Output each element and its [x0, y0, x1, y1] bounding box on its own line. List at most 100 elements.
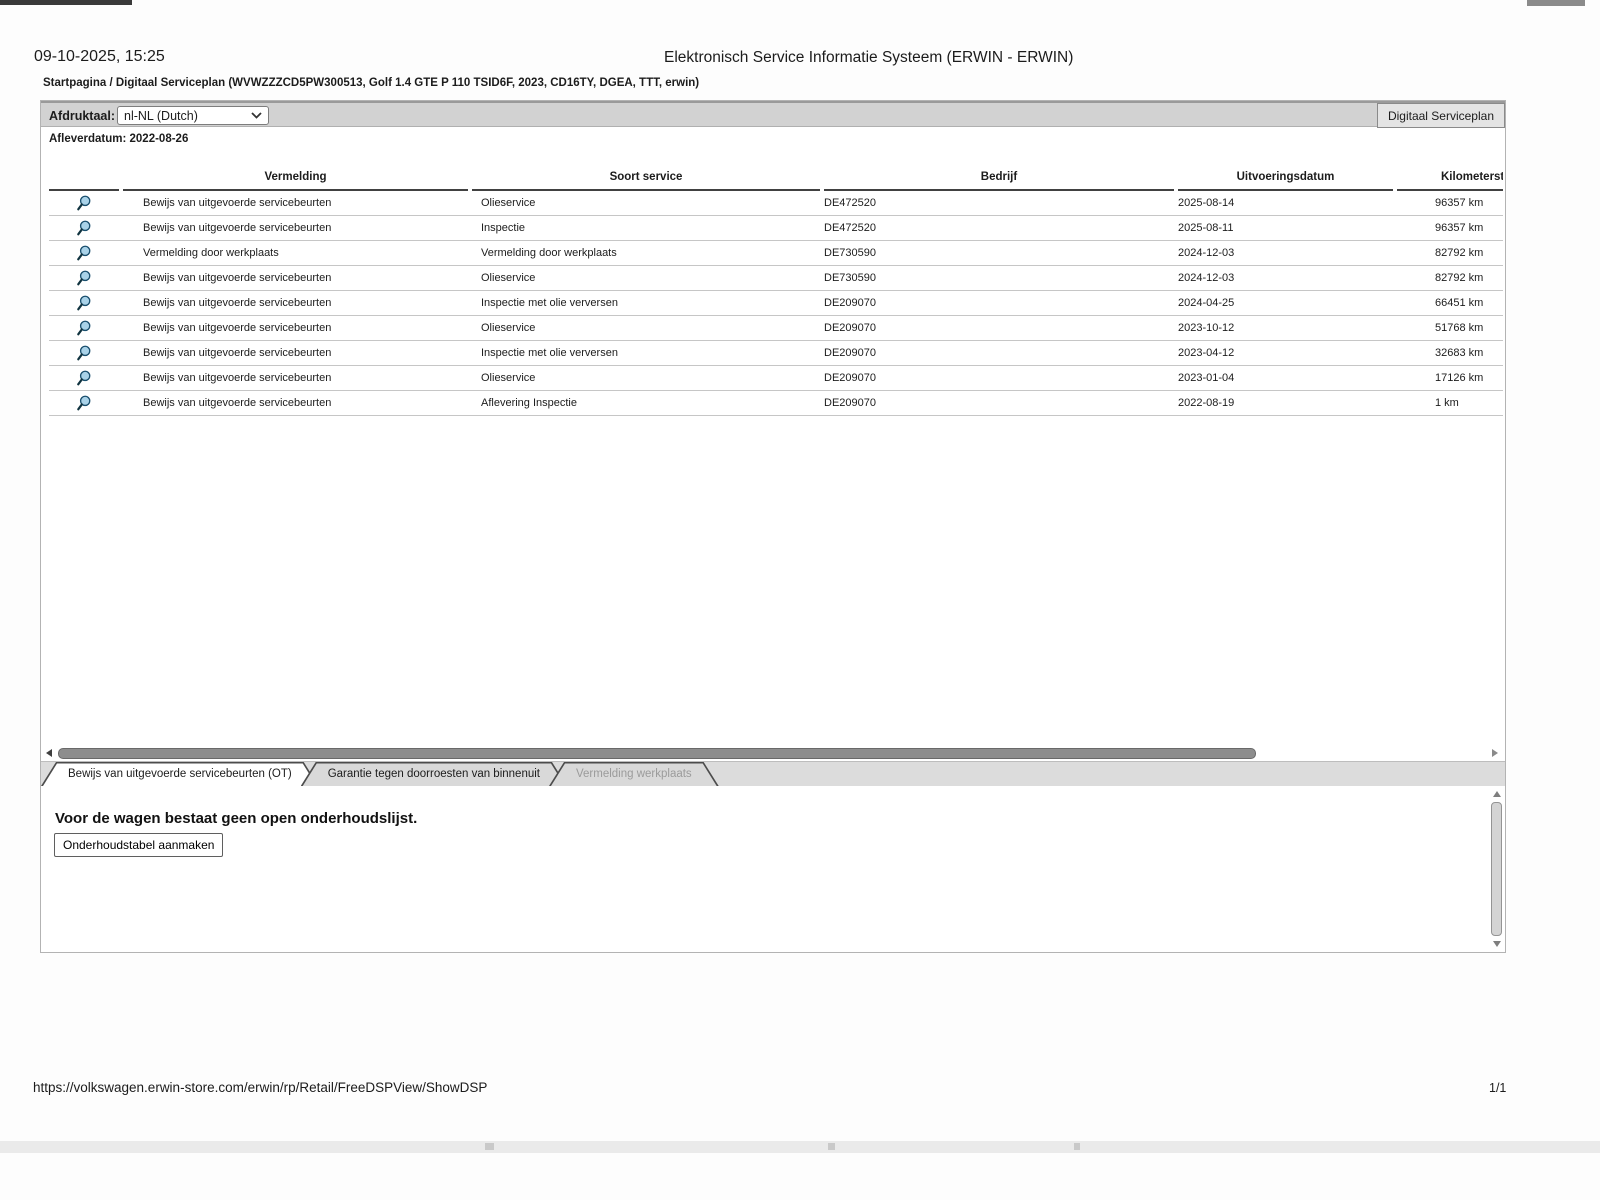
- tab-strip: Bewijs van uitgevoerde servicebeurten (O…: [41, 761, 1505, 786]
- magnifier-icon[interactable]: [75, 369, 93, 387]
- scroll-up-arrow-icon[interactable]: [1493, 791, 1501, 797]
- cell-uitvoeringsdatum: 2023-01-04: [1178, 372, 1235, 384]
- table-header-kilometerstand: Kilometerstand: [1397, 151, 1503, 191]
- cell-kilometerstand: 82792 km: [1435, 272, 1484, 284]
- breadcrumb: Startpagina / Digitaal Serviceplan (WVWZ…: [43, 77, 700, 89]
- table-header-uitvoeringsdatum: Uitvoeringsdatum: [1178, 151, 1393, 191]
- magnifier-icon[interactable]: [75, 219, 93, 237]
- print-language-select[interactable]: nl-NL (Dutch): [117, 106, 269, 125]
- tab-garantie-doorroesten[interactable]: Garantie tegen doorroesten van binnenuit: [301, 762, 567, 786]
- print-datetime: 09-10-2025, 15:25: [34, 48, 165, 65]
- table-row: Bewijs van uitgevoerde servicebeurten Af…: [49, 391, 1503, 416]
- cell-uitvoeringsdatum: 2024-04-25: [1178, 297, 1235, 309]
- cell-soort-service: Inspectie: [481, 222, 526, 234]
- cell-bedrijf: DE730590: [824, 247, 876, 259]
- cell-uitvoeringsdatum: 2023-10-12: [1178, 322, 1235, 334]
- cell-bedrijf: DE730590: [824, 272, 876, 284]
- cell-soort-service: Olieservice: [481, 272, 536, 284]
- scan-artifact: [0, 0, 132, 5]
- table-row: Bewijs van uitgevoerde servicebeurten Ol…: [49, 266, 1503, 291]
- cell-bedrijf: DE472520: [824, 222, 876, 234]
- magnifier-icon[interactable]: [75, 244, 93, 262]
- cell-bedrijf: DE472520: [824, 197, 876, 209]
- table-header-soort-service: Soort service: [472, 151, 820, 191]
- table-row: Bewijs van uitgevoerde servicebeurten In…: [49, 341, 1503, 366]
- vertical-scrollbar-thumb[interactable]: [1491, 802, 1502, 936]
- table-row: Vermelding door werkplaats Vermelding do…: [49, 241, 1503, 266]
- cell-uitvoeringsdatum: 2022-08-19: [1178, 397, 1235, 409]
- print-language-value: nl-NL (Dutch): [124, 108, 198, 123]
- cell-uitvoeringsdatum: 2024-12-03: [1178, 272, 1235, 284]
- page-title: Elektronisch Service Informatie Systeem …: [664, 49, 1074, 66]
- cell-kilometerstand: 82792 km: [1435, 247, 1484, 259]
- table-row: Bewijs van uitgevoerde servicebeurten Ol…: [49, 316, 1503, 341]
- cell-bedrijf: DE209070: [824, 347, 876, 359]
- cell-vermelding: Bewijs van uitgevoerde servicebeurten: [143, 397, 332, 409]
- magnifier-icon[interactable]: [75, 394, 93, 412]
- service-history-table: Vermelding Soort service Bedrijf Uitvoer…: [49, 151, 1503, 416]
- cell-kilometerstand: 32683 km: [1435, 347, 1484, 359]
- cell-vermelding: Bewijs van uitgevoerde servicebeurten: [143, 272, 332, 284]
- toolbar: Afdruktaal: nl-NL (Dutch) Digitaal Servi…: [41, 101, 1505, 128]
- scan-artifact: [0, 1141, 1600, 1153]
- cell-vermelding: Bewijs van uitgevoerde servicebeurten: [143, 197, 332, 209]
- table-header-vermelding: Vermelding: [123, 151, 468, 191]
- scan-artifact: [1527, 0, 1585, 6]
- table-header-bedrijf: Bedrijf: [824, 151, 1174, 191]
- cell-soort-service: Olieservice: [481, 322, 536, 334]
- cell-uitvoeringsdatum: 2025-08-14: [1178, 197, 1235, 209]
- content-box: Afdruktaal: nl-NL (Dutch) Digitaal Servi…: [40, 100, 1506, 953]
- tab-bewijs-servicebeurten[interactable]: Bewijs van uitgevoerde servicebeurten (O…: [41, 762, 319, 786]
- tab-label: Garantie tegen doorroesten van binnenuit: [327, 768, 540, 780]
- magnifier-icon[interactable]: [75, 269, 93, 287]
- cell-kilometerstand: 1 km: [1435, 397, 1459, 409]
- cell-soort-service: Inspectie met olie verversen: [481, 347, 618, 359]
- print-footer-page-number: 1/1: [1489, 1081, 1507, 1095]
- cell-vermelding: Bewijs van uitgevoerde servicebeurten: [143, 297, 332, 309]
- vertical-scrollbar[interactable]: [1490, 789, 1503, 949]
- cell-bedrijf: DE209070: [824, 372, 876, 384]
- cell-soort-service: Aflevering Inspectie: [481, 397, 577, 409]
- cell-vermelding: Bewijs van uitgevoerde servicebeurten: [143, 222, 332, 234]
- cell-bedrijf: DE209070: [824, 397, 876, 409]
- no-open-maintenance-message: Voor de wagen bestaat geen open onderhou…: [55, 810, 418, 827]
- cell-vermelding: Vermelding door werkplaats: [143, 247, 279, 259]
- print-footer-url: https://volkswagen.erwin-store.com/erwin…: [33, 1080, 488, 1095]
- magnifier-icon[interactable]: [75, 344, 93, 362]
- delivery-date: Afleverdatum: 2022-08-26: [49, 133, 189, 145]
- magnifier-icon[interactable]: [75, 194, 93, 212]
- cell-kilometerstand: 51768 km: [1435, 322, 1484, 334]
- cell-kilometerstand: 96357 km: [1435, 197, 1484, 209]
- cell-bedrijf: DE209070: [824, 297, 876, 309]
- horizontal-scrollbar[interactable]: [43, 747, 1501, 759]
- create-maintenance-table-button[interactable]: Onderhoudstabel aanmaken: [54, 833, 224, 857]
- horizontal-scrollbar-thumb[interactable]: [58, 748, 1256, 759]
- cell-soort-service: Inspectie met olie verversen: [481, 297, 618, 309]
- table-body: Bewijs van uitgevoerde servicebeurten Ol…: [49, 191, 1503, 416]
- chevron-down-icon: [251, 112, 262, 119]
- cell-vermelding: Bewijs van uitgevoerde servicebeurten: [143, 372, 332, 384]
- cell-soort-service: Vermelding door werkplaats: [481, 247, 617, 259]
- table-row: Bewijs van uitgevoerde servicebeurten Ol…: [49, 191, 1503, 216]
- tab-vermelding-werkplaats: Vermelding werkplaats: [549, 762, 719, 786]
- cell-uitvoeringsdatum: 2024-12-03: [1178, 247, 1235, 259]
- scroll-left-arrow-icon[interactable]: [46, 749, 52, 757]
- table-header-icon-column: [49, 151, 119, 191]
- cell-kilometerstand: 17126 km: [1435, 372, 1484, 384]
- cell-uitvoeringsdatum: 2025-08-11: [1178, 222, 1234, 234]
- cell-soort-service: Olieservice: [481, 197, 536, 209]
- scroll-right-arrow-icon[interactable]: [1492, 749, 1498, 757]
- table-header-row: Vermelding Soort service Bedrijf Uitvoer…: [49, 151, 1503, 191]
- cell-soort-service: Olieservice: [481, 372, 536, 384]
- magnifier-icon[interactable]: [75, 294, 93, 312]
- print-language-label: Afdruktaal:: [49, 109, 115, 123]
- table-row: Bewijs van uitgevoerde servicebeurten In…: [49, 291, 1503, 316]
- cell-uitvoeringsdatum: 2023-04-12: [1178, 347, 1235, 359]
- scroll-down-arrow-icon[interactable]: [1493, 941, 1501, 947]
- cell-vermelding: Bewijs van uitgevoerde servicebeurten: [143, 322, 332, 334]
- magnifier-icon[interactable]: [75, 319, 93, 337]
- table-row: Bewijs van uitgevoerde servicebeurten In…: [49, 216, 1503, 241]
- cell-kilometerstand: 66451 km: [1435, 297, 1484, 309]
- cell-kilometerstand: 96357 km: [1435, 222, 1484, 234]
- cell-vermelding: Bewijs van uitgevoerde servicebeurten: [143, 347, 332, 359]
